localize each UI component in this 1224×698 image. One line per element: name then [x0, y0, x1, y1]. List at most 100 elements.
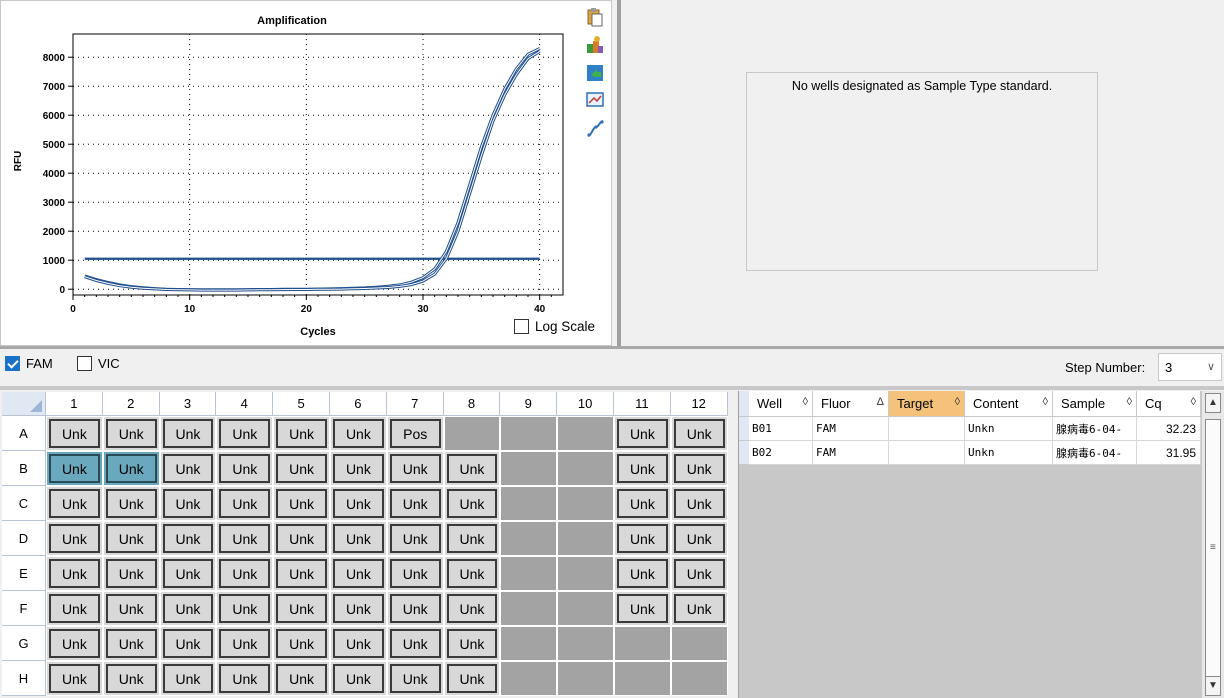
well-C10[interactable]: [557, 486, 614, 521]
well-E2[interactable]: Unk: [102, 556, 160, 591]
well-E6[interactable]: Unk: [330, 556, 387, 591]
well-C12[interactable]: Unk: [670, 486, 728, 521]
log-scale-toggle[interactable]: Log Scale: [514, 319, 595, 334]
well-D3[interactable]: Unk: [159, 521, 217, 556]
well-F7[interactable]: Unk: [386, 591, 444, 626]
row-header-D[interactable]: D: [2, 521, 46, 556]
well-E5[interactable]: Unk: [273, 556, 330, 591]
well-E3[interactable]: Unk: [159, 556, 217, 591]
row-selector[interactable]: [739, 417, 749, 441]
sort-icon[interactable]: ◊: [1127, 396, 1132, 408]
well-C4[interactable]: Unk: [216, 486, 274, 521]
step-number-select[interactable]: 3 ∨: [1158, 353, 1222, 381]
table-cell-cq[interactable]: 31.95: [1137, 441, 1201, 465]
column-header-6[interactable]: 6: [330, 392, 387, 416]
table-cell-content[interactable]: Unkn: [965, 441, 1053, 465]
well-G5[interactable]: Unk: [273, 626, 330, 661]
well-H8[interactable]: Unk: [443, 661, 501, 696]
fam-checkbox[interactable]: [5, 356, 20, 371]
well-A7[interactable]: Pos: [386, 416, 444, 451]
well-B12[interactable]: Unk: [670, 451, 728, 486]
well-D1[interactable]: Unk: [46, 521, 103, 556]
column-header-fluor[interactable]: Fluor Δ: [813, 391, 889, 417]
table-cell-well[interactable]: B01: [749, 417, 813, 441]
well-H6[interactable]: Unk: [330, 661, 387, 696]
well-E8[interactable]: Unk: [443, 556, 501, 591]
column-header-cq[interactable]: Cq ◊: [1137, 391, 1201, 417]
well-A9[interactable]: [500, 416, 558, 451]
well-C2[interactable]: Unk: [102, 486, 160, 521]
well-G7[interactable]: Unk: [386, 626, 444, 661]
table-cell-fluor[interactable]: FAM: [813, 417, 889, 441]
column-header-11[interactable]: 11: [614, 392, 671, 416]
well-F4[interactable]: Unk: [216, 591, 274, 626]
sort-icon[interactable]: ◊: [1043, 396, 1048, 408]
table-cell-fluor[interactable]: FAM: [813, 441, 889, 465]
column-header-1[interactable]: 1: [46, 392, 103, 416]
well-F9[interactable]: [500, 591, 558, 626]
well-C7[interactable]: Unk: [386, 486, 444, 521]
table-cell-content[interactable]: Unkn: [965, 417, 1053, 441]
well-F10[interactable]: [557, 591, 614, 626]
well-H9[interactable]: [500, 661, 558, 696]
plate-select-all[interactable]: [2, 392, 46, 416]
well-G4[interactable]: Unk: [216, 626, 274, 661]
well-F5[interactable]: Unk: [273, 591, 330, 626]
scroll-up-button[interactable]: ▲: [1205, 393, 1221, 413]
well-E9[interactable]: [500, 556, 558, 591]
well-B9[interactable]: [500, 451, 558, 486]
well-E7[interactable]: Unk: [386, 556, 444, 591]
table-cell-sample[interactable]: 腺病毒6-04-: [1053, 441, 1137, 465]
well-F11[interactable]: Unk: [614, 591, 671, 626]
sort-icon[interactable]: ◊: [955, 396, 960, 408]
well-H4[interactable]: Unk: [216, 661, 274, 696]
table-cell-well[interactable]: B02: [749, 441, 813, 465]
well-A8[interactable]: [443, 416, 501, 451]
well-G3[interactable]: Unk: [159, 626, 217, 661]
sort-icon[interactable]: ◊: [803, 396, 808, 408]
well-F6[interactable]: Unk: [330, 591, 387, 626]
fluor-option-fam[interactable]: FAM: [5, 356, 53, 371]
column-header-12[interactable]: 12: [670, 392, 728, 416]
well-B10[interactable]: [557, 451, 614, 486]
well-H1[interactable]: Unk: [46, 661, 103, 696]
well-A1[interactable]: Unk: [46, 416, 103, 451]
column-header-8[interactable]: 8: [443, 392, 501, 416]
well-B1[interactable]: Unk: [46, 451, 103, 486]
well-C8[interactable]: Unk: [443, 486, 501, 521]
column-header-sample[interactable]: Sample ◊: [1053, 391, 1137, 417]
scroll-thumb[interactable]: ≡: [1205, 419, 1221, 677]
well-B8[interactable]: Unk: [443, 451, 501, 486]
well-D9[interactable]: [500, 521, 558, 556]
well-G9[interactable]: [500, 626, 558, 661]
well-A11[interactable]: Unk: [614, 416, 671, 451]
well-E4[interactable]: Unk: [216, 556, 274, 591]
well-C6[interactable]: Unk: [330, 486, 387, 521]
column-header-4[interactable]: 4: [216, 392, 274, 416]
column-header-5[interactable]: 5: [273, 392, 330, 416]
row-header-F[interactable]: F: [2, 591, 46, 626]
well-D11[interactable]: Unk: [614, 521, 671, 556]
well-B6[interactable]: Unk: [330, 451, 387, 486]
well-D4[interactable]: Unk: [216, 521, 274, 556]
well-E10[interactable]: [557, 556, 614, 591]
well-D10[interactable]: [557, 521, 614, 556]
sort-icon[interactable]: Δ: [877, 396, 884, 408]
well-A6[interactable]: Unk: [330, 416, 387, 451]
well-C3[interactable]: Unk: [159, 486, 217, 521]
well-A5[interactable]: Unk: [273, 416, 330, 451]
well-D8[interactable]: Unk: [443, 521, 501, 556]
table-cell-sample[interactable]: 腺病毒6-04-: [1053, 417, 1137, 441]
well-F3[interactable]: Unk: [159, 591, 217, 626]
curve-fit-icon[interactable]: [585, 119, 605, 139]
well-D7[interactable]: Unk: [386, 521, 444, 556]
row-header-G[interactable]: G: [2, 626, 46, 661]
log-scale-checkbox[interactable]: [514, 319, 529, 334]
well-C1[interactable]: Unk: [46, 486, 103, 521]
well-A4[interactable]: Unk: [216, 416, 274, 451]
row-header-B[interactable]: B: [2, 451, 46, 486]
well-A3[interactable]: Unk: [159, 416, 217, 451]
lower-splitter[interactable]: [0, 386, 1224, 390]
well-D5[interactable]: Unk: [273, 521, 330, 556]
well-F8[interactable]: Unk: [443, 591, 501, 626]
